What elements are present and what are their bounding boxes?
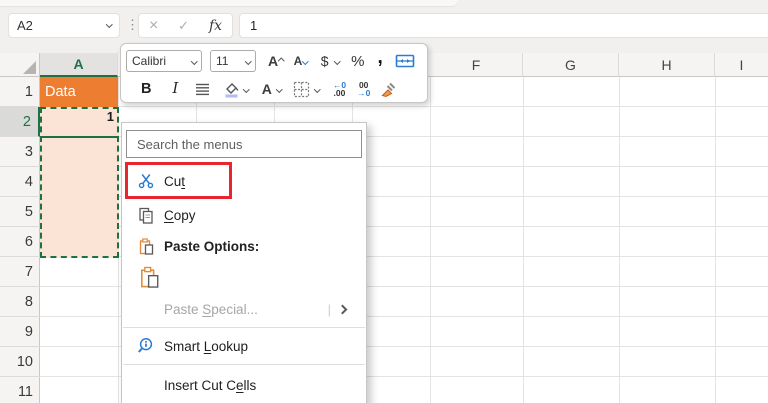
clipboard-icon: [136, 237, 156, 255]
row-header-11[interactable]: 11: [0, 377, 40, 403]
submenu-arrow-icon[interactable]: [337, 304, 348, 314]
center-align-button[interactable]: [195, 82, 210, 96]
row-header-3[interactable]: 3: [0, 137, 40, 167]
menu-item-smart-lookup[interactable]: Smart Lookup: [122, 331, 366, 361]
enter-icon[interactable]: ✓: [178, 19, 189, 32]
increase-decimal-button[interactable]: ←0 .00: [333, 80, 346, 98]
menu-item-paste-button[interactable]: [122, 260, 366, 294]
menu-item-label: Cut: [164, 173, 186, 189]
increase-font-size-button[interactable]: A: [268, 53, 285, 69]
chevron-down-icon[interactable]: [314, 85, 321, 93]
active-cell-border: [40, 136, 119, 138]
row-header-7[interactable]: 7: [0, 257, 40, 287]
row-headers: 1 2 3 4 5 6 7 8 9 10 11: [0, 77, 40, 403]
accounting-format-button[interactable]: $: [321, 53, 329, 69]
menu-separator: [123, 327, 365, 328]
menu-item-paste-special: Paste Special... |: [122, 294, 366, 324]
column-header-g[interactable]: G: [523, 53, 619, 77]
row-header-4[interactable]: 4: [0, 167, 40, 197]
gridline: [715, 77, 716, 403]
chevron-down-icon[interactable]: [243, 85, 250, 93]
menu-item-insert-cut-cells[interactable]: Insert Cut Cells: [122, 368, 366, 402]
scissors-icon: [136, 173, 156, 189]
chevron-down-icon[interactable]: [333, 57, 341, 65]
chevron-down-icon: [190, 57, 197, 65]
table-icon: [395, 54, 415, 68]
name-box-value: A2: [17, 18, 33, 33]
decrease-decimal-button[interactable]: 00 →0: [357, 80, 371, 98]
mini-toolbar: Calibri 11 A A $ % , B I A ←0 .00 00 →0: [120, 43, 428, 103]
cancel-icon[interactable]: ×: [149, 17, 158, 34]
formula-bar-value: 1: [250, 18, 258, 33]
format-as-table-button[interactable]: [395, 53, 415, 69]
gridline: [619, 77, 620, 403]
cut-marching-ants-range: [40, 107, 119, 258]
search-input[interactable]: [126, 130, 362, 158]
menu-item-copy[interactable]: Copy: [122, 198, 366, 232]
ribbon-edge: [0, 0, 458, 7]
gridline: [430, 77, 431, 403]
caret-up-icon: [278, 57, 285, 65]
font-color-button[interactable]: A: [262, 81, 272, 97]
row-header-9[interactable]: 9: [0, 317, 40, 347]
borders-grid-icon: [294, 81, 310, 97]
cell-a1[interactable]: Data: [40, 77, 118, 107]
italic-button[interactable]: I: [172, 81, 178, 97]
menu-item-cut[interactable]: Cut: [122, 164, 366, 198]
smart-lookup-icon: [136, 337, 156, 355]
row-header-2[interactable]: 2: [0, 107, 40, 137]
chevron-down-icon[interactable]: [105, 20, 112, 28]
percent-format-button[interactable]: %: [351, 53, 364, 70]
cell-a2[interactable]: 1: [42, 109, 114, 124]
menu-item-label: Insert Cut Cells: [164, 377, 257, 393]
font-name-select[interactable]: Calibri: [126, 50, 202, 72]
align-lines-icon: [196, 83, 210, 96]
formula-bar-input[interactable]: 1: [239, 13, 768, 38]
context-menu: Cut Copy Paste Options:: [121, 122, 367, 403]
column-header-h[interactable]: H: [619, 53, 715, 77]
fill-color-button[interactable]: [223, 81, 240, 98]
mini-toolbar-row-2: B I A ←0 .00 00 →0: [126, 76, 422, 102]
chevron-down-icon: [244, 57, 251, 65]
formula-buttons: × ✓ fx: [138, 13, 233, 38]
brush-icon: [381, 82, 396, 97]
menu-separator: [123, 364, 365, 365]
select-all-triangle-icon: [23, 61, 36, 74]
chevron-down-icon[interactable]: [275, 85, 283, 93]
format-painter-button[interactable]: [380, 81, 397, 98]
caret-down-icon: [302, 57, 309, 65]
row-header-5[interactable]: 5: [0, 197, 40, 227]
menu-item-label: Copy: [164, 207, 196, 223]
row-header-8[interactable]: 8: [0, 287, 40, 317]
column-header-f[interactable]: F: [430, 53, 523, 77]
borders-button[interactable]: [293, 81, 310, 98]
column-header-a[interactable]: A: [40, 53, 118, 77]
comma-format-button[interactable]: ,: [377, 49, 382, 67]
mini-toolbar-row-1: Calibri 11 A A $ % ,: [126, 48, 422, 74]
row-header-1[interactable]: 1: [0, 77, 40, 107]
divider: |: [327, 301, 331, 317]
bold-button[interactable]: B: [141, 81, 151, 97]
row-header-10[interactable]: 10: [0, 347, 40, 377]
menu-search: [126, 130, 362, 158]
menu-item-label: Paste Special...: [164, 301, 258, 317]
gridline: [523, 77, 524, 403]
paste-icon: [140, 265, 160, 290]
insert-function-icon[interactable]: fx: [209, 18, 222, 34]
name-box[interactable]: A2: [8, 13, 120, 38]
row-header-6[interactable]: 6: [0, 227, 40, 257]
copy-icon: [136, 207, 156, 224]
decrease-font-size-button[interactable]: A: [294, 54, 309, 68]
menu-item-paste-options: Paste Options:: [122, 232, 366, 260]
font-size-select[interactable]: 11: [210, 50, 256, 72]
arrow-right-icon: →0: [357, 88, 371, 98]
select-all-button[interactable]: [0, 53, 40, 77]
paint-bucket-icon: [225, 82, 239, 97]
menu-item-label: Paste Options:: [164, 238, 260, 254]
menu-item-label: Smart Lookup: [164, 338, 249, 354]
column-header-i[interactable]: I: [715, 53, 768, 77]
